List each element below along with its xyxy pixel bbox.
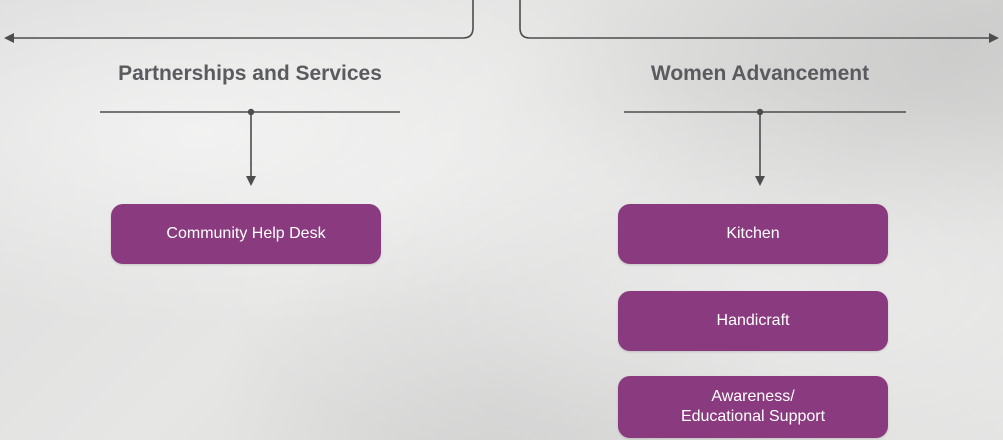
- box-label-line: Awareness/: [711, 388, 795, 405]
- section-title-partnerships: Partnerships and Services: [118, 62, 382, 85]
- community-help-desk-box: Community Help Desk: [111, 204, 381, 264]
- top-right-arrow: [519, 0, 999, 43]
- kitchen-box: Kitchen: [618, 204, 888, 264]
- box-label-line: Educational Support: [680, 408, 826, 425]
- awareness-educational-support-box: Awareness/Educational Support: [618, 376, 888, 438]
- box-label-lines: Awareness/Educational Support: [681, 387, 825, 427]
- top-left-arrow: [4, 0, 474, 43]
- section-title-women-advancement: Women Advancement: [650, 62, 870, 85]
- handicraft-box: Handicraft: [618, 291, 888, 351]
